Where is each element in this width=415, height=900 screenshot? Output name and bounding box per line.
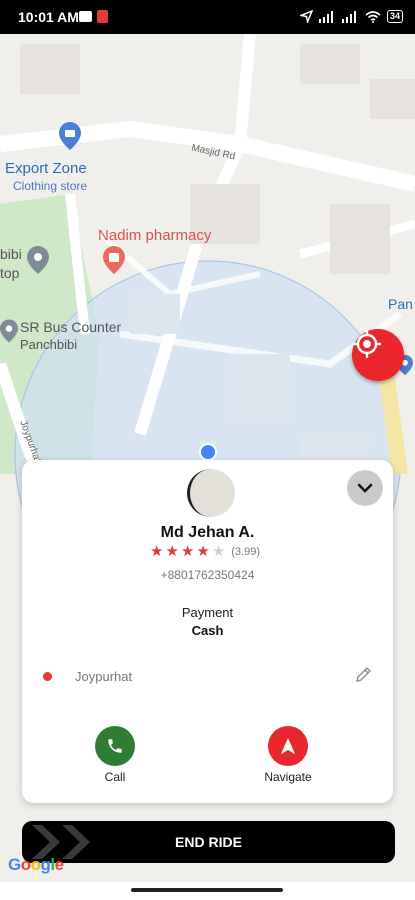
phone-icon	[108, 739, 122, 753]
destination-text: Joypurhat	[75, 669, 133, 684]
home-indicator[interactable]	[131, 888, 283, 892]
recenter-button[interactable]	[352, 329, 404, 381]
navigate-arrow-icon	[281, 738, 295, 754]
rider-name: Md Jehan A.	[160, 524, 255, 541]
map-label-clothing-store: Clothing store	[13, 179, 88, 193]
destination-dot-icon	[43, 672, 52, 681]
call-button[interactable]: Call	[75, 726, 155, 784]
bus-pin-icon[interactable]	[0, 319, 18, 343]
status-bar: 10:01 AM 34	[0, 0, 415, 34]
call-circle[interactable]	[95, 726, 135, 766]
star-icon: ★	[196, 543, 210, 560]
payment-method: Cash	[191, 623, 224, 638]
payment-label: Payment	[181, 605, 234, 620]
star-empty-icon: ★	[211, 543, 226, 560]
rider-rating: ★ ★ ★ ★ ★ (3.99)	[150, 544, 260, 560]
system-nav-bar	[0, 882, 415, 900]
star-icon: ★	[165, 543, 179, 560]
rider-phone[interactable]: +8801762350424	[22, 568, 393, 582]
battery-icon: 34	[386, 10, 403, 23]
map-label-nadim-pharmacy[interactable]: Nadim pharmacy	[98, 227, 211, 244]
rating-value: (3.99)	[231, 546, 261, 558]
place-pin-icon[interactable]	[27, 246, 49, 274]
end-ride-button[interactable]: END RIDE	[22, 821, 395, 863]
wifi-icon	[365, 10, 381, 23]
call-label: Call	[104, 770, 126, 784]
star-icon: ★	[150, 543, 164, 560]
end-ride-label: END RIDE	[175, 834, 242, 850]
location-arrow-icon	[299, 10, 313, 23]
current-location-icon	[199, 443, 217, 461]
edit-pencil-icon[interactable]	[354, 666, 372, 684]
status-icons: 34	[299, 10, 403, 23]
target-icon	[353, 330, 381, 358]
status-time: 10:01 AM	[18, 9, 79, 25]
navigate-button[interactable]: Navigate	[248, 726, 328, 784]
navigate-circle[interactable]	[268, 726, 308, 766]
avatar	[187, 469, 235, 517]
collapse-button[interactable]	[347, 470, 383, 506]
store-pin-icon[interactable]	[59, 122, 81, 150]
rider-card: Md Jehan A. ★ ★ ★ ★ ★ (3.99) +8801762350…	[22, 460, 393, 803]
star-icon: ★	[180, 543, 195, 560]
chevron-down-icon	[357, 483, 373, 493]
map-label-sr-bus-counter[interactable]: SR Bus Counter	[20, 319, 121, 335]
app-notification-icon	[97, 10, 108, 23]
map-label-pan: Pan	[388, 296, 413, 312]
pharmacy-pin-icon[interactable]	[103, 246, 125, 274]
navigate-label: Navigate	[264, 770, 312, 784]
map-label-top: top	[0, 265, 20, 281]
message-notification-icon	[79, 11, 92, 22]
map-label-panchbibi: Panchbibi	[20, 337, 78, 352]
map-label-export-zone[interactable]: Export Zone	[5, 160, 87, 177]
map-label-bibi: bibi	[0, 246, 22, 262]
signal-icon	[341, 10, 356, 23]
google-logo: Google	[8, 855, 64, 874]
signal-icon	[318, 10, 333, 23]
